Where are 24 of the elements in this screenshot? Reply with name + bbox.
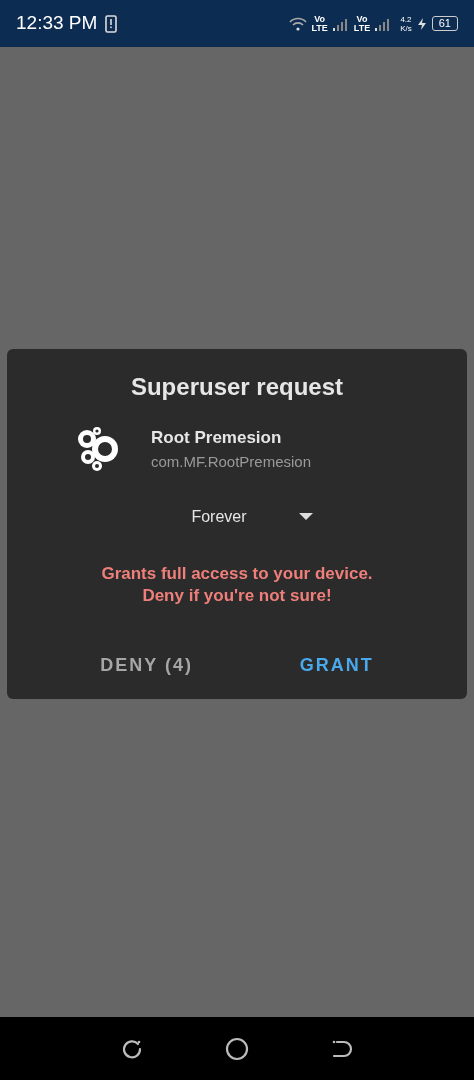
charging-icon [416,17,427,30]
dropdown-arrow-icon [298,513,313,521]
signal-icon [332,16,349,31]
speed-value: 4.2 [400,14,412,24]
network-label: Vo [314,14,326,24]
signal-icon [375,16,392,31]
speed-unit: K/s [400,23,412,33]
deny-button[interactable]: DENY (4) [100,652,193,679]
battery-level: 61 [431,16,458,31]
recents-icon[interactable] [121,1037,143,1060]
network-label: LTE [311,23,328,33]
dialog-title: Superuser request [130,372,344,402]
package-name: com.MF.RootPremesion [151,451,312,472]
home-icon[interactable] [225,1036,249,1061]
network-label: Vo [356,14,368,24]
warning-text: Grants full access to your device. [101,563,373,585]
network-label: LTE [353,23,371,33]
wifi-icon [288,16,307,31]
grant-button[interactable]: GRANT [299,652,374,679]
phone-alert-icon [105,14,118,33]
clock-time: 12:33 PM [16,11,98,36]
warning-text: Deny if you're not sure! [141,585,333,607]
duration-dropdown[interactable]: Forever [191,505,313,529]
app-name: Root Premesion [151,427,283,449]
